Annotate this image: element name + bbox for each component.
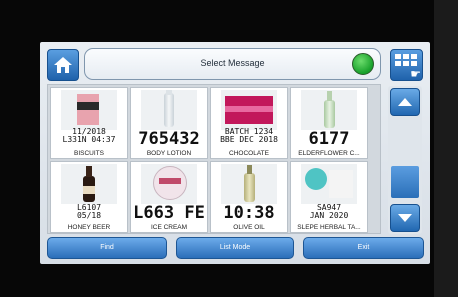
page-title: Select Message [200,58,265,68]
list-mode-button[interactable]: List Mode [176,237,294,259]
arrow-up-icon [398,98,412,106]
message-name: BISCUITS [74,150,104,157]
product-image [301,90,357,130]
home-button[interactable] [47,49,79,81]
message-tile-elderflower[interactable]: 6177 ELDERFLOWER C... [290,87,368,159]
message-name: ELDERFLOWER C... [298,150,360,157]
code-line: 05/18 [76,211,102,220]
message-tile-honey-beer[interactable]: L6107 05/18 HONEY BEER [50,161,128,233]
message-name: HONEY BEER [67,224,111,231]
code-line: 6177 [308,129,350,149]
message-tile-ice-cream[interactable]: L663 FE ICE CREAM [130,161,208,233]
product-image [221,164,277,204]
device-bezel [434,0,458,297]
touch-screen: Select Message ☛ 11/2018 L331N 04:37 BIS… [40,42,430,264]
scroll-up-button[interactable] [390,88,420,116]
title-bar: Select Message [84,48,381,80]
code-line: L331N 04:37 [62,135,116,144]
scrollbar[interactable] [388,86,422,234]
code-line: 10:38 [223,203,275,223]
product-image [221,90,277,130]
product-image [301,164,357,204]
code-line: 765432 [138,129,200,149]
product-image [61,90,117,130]
product-image [141,90,197,130]
message-tile-chocolate[interactable]: BATCH 1234 BBE DEC 2018 CHOCOLATE [210,87,288,159]
message-name: SLEPE HERBAL TA... [297,224,361,231]
arrow-down-icon [398,214,412,222]
menu-grid-button[interactable]: ☛ [390,49,423,81]
find-button[interactable]: Find [47,237,167,259]
message-name: CHOCOLATE [229,150,269,157]
code-line: JAN 2020 [309,211,349,220]
message-tile-slepe-herbal[interactable]: SA947 JAN 2020 SLEPE HERBAL TA... [290,161,368,233]
code-line: L663 FE [133,203,205,223]
message-name: ICE CREAM [150,224,188,231]
home-icon [54,57,72,73]
product-image [141,164,197,204]
message-name: OLIVE OIL [233,224,265,231]
pointer-hand-icon: ☛ [410,67,421,81]
code-line: BBE DEC 2018 [220,135,278,144]
exit-button[interactable]: Exit [303,237,424,259]
message-name: BODY LOTION [146,150,192,157]
scroll-thumb[interactable] [391,166,419,198]
status-indicator [352,53,374,75]
product-image [61,164,117,204]
message-tile-biscuits[interactable]: 11/2018 L331N 04:37 BISCUITS [50,87,128,159]
message-tile-olive-oil[interactable]: 10:38 OLIVE OIL [210,161,288,233]
message-grid: 11/2018 L331N 04:37 BISCUITS 765432 BODY… [47,84,381,234]
scroll-down-button[interactable] [390,204,420,232]
message-tile-body-lotion[interactable]: 765432 BODY LOTION [130,87,208,159]
